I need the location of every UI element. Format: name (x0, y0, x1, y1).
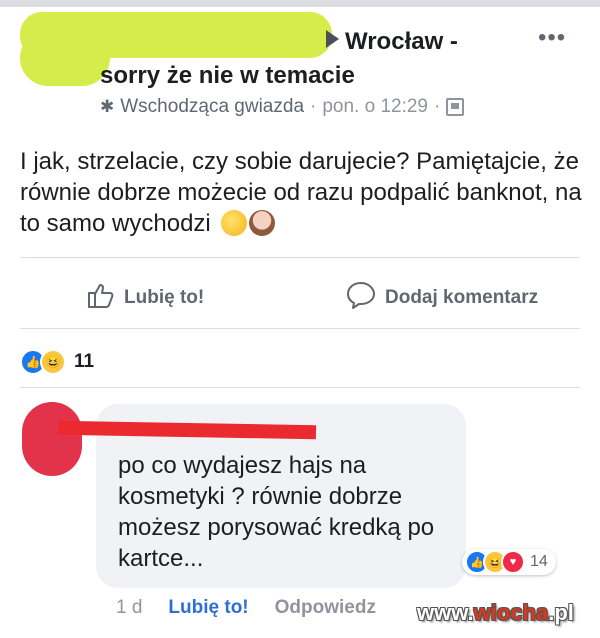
meta-separator: · (434, 96, 441, 117)
post-meta: ✱ Wschodząca gwiazda · pon. o 12:29 · (100, 96, 465, 118)
redacted-name-green (20, 30, 110, 86)
like-button[interactable]: Lubię to! (86, 280, 204, 316)
badge-label: Wschodząca gwiazda (120, 96, 305, 117)
comment-reactions[interactable]: 👍 😆 ♥ 14 (462, 549, 556, 575)
comment-reaction-count: 14 (530, 553, 548, 570)
watermark-accent: wiocha (473, 600, 549, 625)
comment-label: Dodaj komentarz (385, 287, 539, 308)
arrow-right-icon (326, 30, 339, 48)
group-name-continued[interactable]: sorry że nie w temacie (100, 62, 355, 90)
watermark-suffix: .pl (548, 600, 574, 625)
comment-bubble-icon (345, 280, 377, 316)
like-label: Lubię to! (124, 287, 205, 308)
watermark-prefix: www. (417, 600, 474, 625)
love-reaction-icon: ♥ (501, 550, 525, 574)
top-bar (0, 0, 600, 7)
comment-text: po co wydajesz hajs na kosmetyki ? równi… (118, 452, 435, 572)
divider (20, 328, 580, 329)
reactions-summary[interactable]: 👍 😆 11 (20, 349, 94, 375)
commenter-avatar[interactable] (22, 402, 82, 476)
comment-actions: 1 d Lubię to! Odpowiedz (116, 597, 376, 619)
divider (20, 387, 580, 388)
star-badge-icon: ✱ (100, 97, 115, 116)
reaction-count: 11 (74, 351, 95, 372)
group-name-link[interactable]: Wrocław - (345, 28, 458, 55)
more-options-icon[interactable]: ••• (538, 24, 566, 52)
thumbs-up-icon (86, 280, 116, 316)
divider (20, 257, 580, 258)
post-body: I jak, strzelacie, czy sobie darujecie? … (20, 146, 586, 239)
comment-time[interactable]: 1 d (116, 597, 142, 619)
comment-reply-button[interactable]: Odpowiedz (275, 597, 376, 619)
site-watermark: www.wiocha.pl (417, 600, 574, 626)
smiling-face-emoji (221, 210, 248, 236)
group-privacy-icon (446, 98, 465, 116)
comment-like-button[interactable]: Lubię to! (168, 597, 248, 619)
haha-reaction-icon: 😆 (40, 349, 66, 375)
post-text: I jak, strzelacie, czy sobie darujecie? … (20, 148, 582, 237)
meta-separator: · (310, 96, 317, 117)
woman-tipping-hand-emoji (249, 210, 276, 236)
post-group-title[interactable]: Wrocław - (318, 28, 458, 56)
post-time[interactable]: pon. o 12:29 (322, 96, 428, 118)
comment-button[interactable]: Dodaj komentarz (345, 280, 538, 316)
